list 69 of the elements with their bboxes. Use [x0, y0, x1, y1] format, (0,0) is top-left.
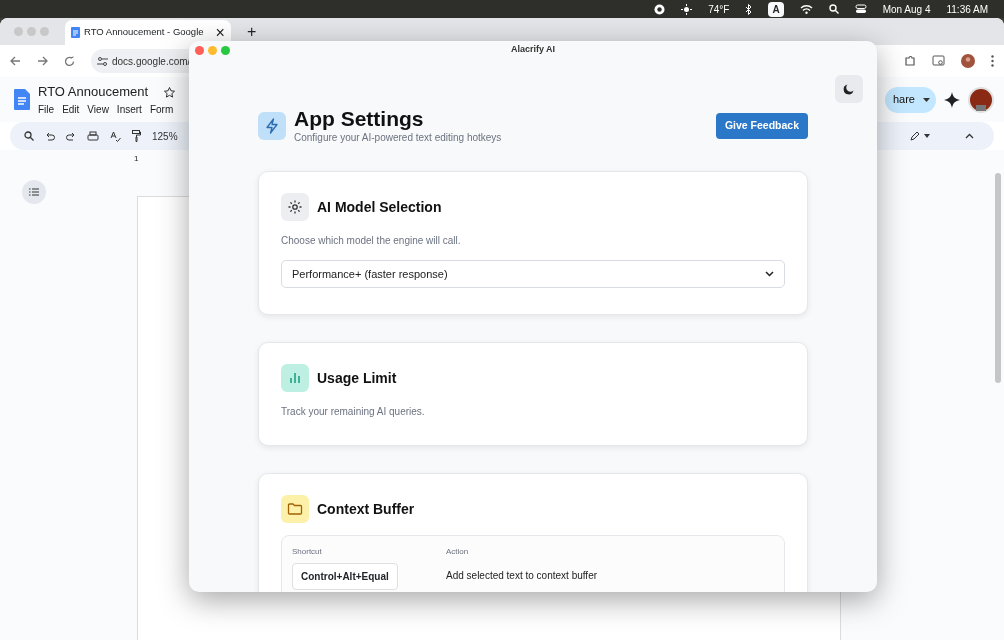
sparkle-icon[interactable]	[944, 91, 960, 108]
forward-icon[interactable]	[37, 56, 48, 66]
card-description: Choose which model the engine will call.	[281, 234, 462, 249]
search-icon[interactable]	[24, 131, 34, 141]
input-source-icon[interactable]: A	[768, 1, 784, 17]
avatar-icon[interactable]	[968, 86, 994, 113]
folder-icon	[287, 501, 303, 518]
menubar-time: 11:36 AM	[946, 2, 988, 17]
outline-button[interactable]	[22, 180, 46, 204]
docs-logo-icon	[14, 89, 30, 110]
pencil-icon	[910, 131, 920, 141]
menu-item[interactable]: Edit	[62, 101, 80, 117]
more-icon[interactable]	[991, 55, 994, 67]
menu-item[interactable]: Insert	[116, 101, 142, 117]
gear-icon	[287, 199, 303, 216]
zoom-level[interactable]: 125%	[152, 128, 178, 144]
lightning-icon	[265, 118, 279, 135]
reload-icon[interactable]	[64, 55, 75, 67]
card-title: Context Buffer	[317, 499, 415, 519]
redo-icon[interactable]	[66, 131, 76, 141]
scrollbar-thumb[interactable]	[995, 173, 1001, 383]
search-icon[interactable]	[828, 4, 839, 14]
tab-search-icon[interactable]	[932, 55, 945, 67]
card-description: Track your remaining AI queries.	[281, 405, 426, 420]
feedback-button[interactable]: Give Feedback	[715, 113, 808, 139]
chevron-up-icon[interactable]	[965, 133, 974, 139]
bluetooth-icon	[745, 3, 753, 15]
card-title: AI Model Selection	[317, 197, 442, 217]
list-icon	[29, 188, 39, 196]
print-icon[interactable]	[87, 130, 99, 142]
editing-mode-button[interactable]	[910, 131, 930, 141]
tune-icon	[97, 56, 108, 66]
document-icon	[71, 27, 80, 38]
star-icon[interactable]	[164, 86, 176, 98]
puzzle-icon[interactable]	[904, 55, 916, 67]
caret-icon	[924, 134, 930, 138]
document-title[interactable]: RTO Annoucement	[38, 82, 149, 102]
ruler-mark: 1	[134, 153, 139, 165]
share-button[interactable]: hare	[884, 86, 936, 113]
card-title: Usage Limit	[317, 368, 397, 388]
weather-text: 74°F	[708, 2, 730, 17]
avatar-icon[interactable]	[961, 54, 975, 68]
page-subtitle: Configure your AI-powered text editing hotkeys	[294, 131, 502, 146]
menubar-date: Mon Aug 4	[882, 2, 931, 17]
window-title: Alacrify AI	[510, 43, 556, 57]
browser-tab[interactable]: RTO Annoucement - Google ×	[65, 20, 231, 45]
theme-toggle-button[interactable]	[835, 75, 863, 103]
paint-roller-icon[interactable]	[132, 130, 141, 142]
back-icon[interactable]	[10, 56, 21, 66]
moon-icon	[843, 83, 855, 95]
sun-icon	[681, 3, 693, 15]
toggle-icon[interactable]	[854, 4, 867, 14]
close-icon[interactable]: ×	[215, 20, 225, 45]
shortcut-key[interactable]: Control+Alt+Equal	[292, 563, 398, 591]
menu-item[interactable]: Form	[149, 101, 174, 117]
wifi-icon[interactable]	[799, 4, 813, 14]
action-text: Add selected text to context buffer	[446, 569, 598, 584]
model-select[interactable]: Performance+ (faster response)	[281, 260, 785, 289]
page-heading: App Settings	[294, 107, 425, 131]
undo-icon[interactable]	[45, 131, 55, 141]
chevron-down-icon	[765, 271, 774, 278]
column-header: Shortcut	[292, 546, 323, 559]
column-header: Action	[446, 546, 469, 559]
record-icon	[654, 3, 666, 15]
menu-item[interactable]: View	[87, 101, 109, 117]
menu-item[interactable]: File	[38, 101, 55, 117]
caret-icon	[923, 97, 930, 102]
new-tab-button[interactable]: +	[246, 19, 257, 44]
spellcheck-icon[interactable]	[110, 130, 121, 142]
